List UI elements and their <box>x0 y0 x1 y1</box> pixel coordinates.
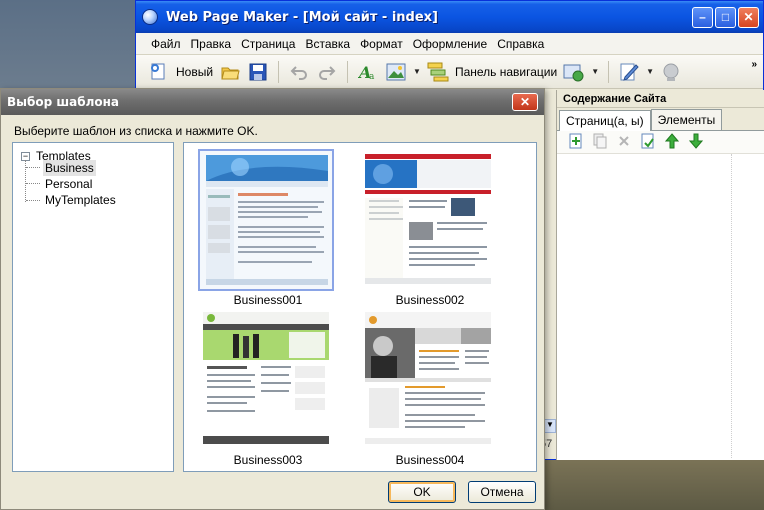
template-grid: Business001 Business002 Business003 Busi… <box>183 142 537 472</box>
toolbar-overflow-icon[interactable]: » <box>751 59 757 70</box>
menu-file[interactable]: Файл <box>146 37 186 51</box>
move-up-icon[interactable] <box>664 132 680 152</box>
template-card[interactable]: Business004 <box>360 309 500 467</box>
window-title: Web Page Maker - [Мой сайт - index] <box>166 9 438 25</box>
template-dialog: Выбор шаблона ✕ Выберите шаблон из списк… <box>0 88 545 510</box>
tab-pages[interactable]: Страниц(а, ы) <box>559 110 651 131</box>
menu-design[interactable]: Оформление <box>408 37 492 51</box>
tree-connector <box>26 167 40 168</box>
new-button-label[interactable]: Новый <box>176 65 213 79</box>
new-page-icon[interactable] <box>148 61 170 83</box>
ok-button[interactable]: OK <box>388 481 456 503</box>
template-name[interactable]: Business003 <box>198 453 338 467</box>
delete-page-icon[interactable] <box>617 134 631 151</box>
navigation-panel-icon[interactable] <box>427 61 449 83</box>
template-category-tree: − Templates Business Personal MyTemplate… <box>12 142 174 472</box>
tree-connector <box>26 183 40 184</box>
open-folder-icon[interactable] <box>219 61 241 83</box>
svg-text:a: a <box>369 72 375 82</box>
copy-page-icon[interactable] <box>593 133 607 152</box>
site-content-header: Содержание Сайта <box>557 90 764 108</box>
template-thumbnail[interactable] <box>198 309 334 451</box>
template-name[interactable]: Business004 <box>360 453 500 467</box>
add-page-icon[interactable] <box>569 133 583 152</box>
close-button[interactable]: ✕ <box>738 6 759 28</box>
move-down-icon[interactable] <box>688 133 704 152</box>
template-thumbnail[interactable] <box>198 149 334 291</box>
html-dropdown-arrow-icon[interactable]: ▼ <box>646 67 654 76</box>
site-panel-list[interactable] <box>731 154 732 458</box>
dialog-close-button[interactable]: ✕ <box>512 93 538 111</box>
toolbar-separator <box>608 60 610 83</box>
menubar: Файл Правка Страница Вставка Формат Офор… <box>136 33 763 55</box>
save-icon[interactable] <box>247 61 269 83</box>
menu-help[interactable]: Справка <box>492 37 549 51</box>
dialog-title: Выбор шаблона <box>7 95 120 109</box>
app-logo-icon <box>142 9 158 25</box>
dialog-titlebar[interactable]: Выбор шаблона ✕ <box>1 89 544 115</box>
cancel-button[interactable]: Отмена <box>468 481 536 503</box>
template-card[interactable]: Business001 <box>198 149 338 307</box>
menu-format[interactable]: Формат <box>355 37 408 51</box>
undo-icon[interactable] <box>288 61 310 83</box>
redo-icon[interactable] <box>316 61 338 83</box>
template-thumbnail[interactable] <box>360 149 496 291</box>
template-card[interactable]: Business002 <box>360 149 500 307</box>
template-thumbnail[interactable] <box>360 309 496 451</box>
page-properties-icon[interactable] <box>641 133 655 152</box>
minimize-button[interactable]: – <box>692 6 713 28</box>
main-titlebar[interactable]: Web Page Maker - [Мой сайт - index] – □ … <box>136 1 763 33</box>
site-content-panel: Содержание Сайта Страниц(а, ы) Элементы <box>556 90 764 460</box>
tree-item-personal[interactable]: Personal <box>43 176 94 192</box>
tab-elements[interactable]: Элементы <box>650 109 723 130</box>
image-dropdown-arrow-icon[interactable]: ▼ <box>413 67 421 76</box>
tree-item-business[interactable]: Business <box>43 160 96 176</box>
dialog-instruction: Выберите шаблон из списка и нажмите OK. <box>14 124 258 138</box>
menu-edit[interactable]: Правка <box>186 37 237 51</box>
tree-connector <box>26 200 40 201</box>
preview-globe-icon[interactable] <box>660 61 682 83</box>
tree-item-mytemplates[interactable]: MyTemplates <box>43 192 118 208</box>
site-panel-tabs: Страниц(а, ы) Элементы <box>557 108 764 131</box>
insert-shape-icon[interactable] <box>563 61 585 83</box>
shape-dropdown-arrow-icon[interactable]: ▼ <box>591 67 599 76</box>
template-card[interactable]: Business003 <box>198 309 338 467</box>
main-toolbar: Новый Aa ▼ Панель навигации ▼ ▼ <box>136 55 763 89</box>
menu-page[interactable]: Страница <box>236 37 300 51</box>
site-panel-toolbar <box>557 130 764 154</box>
toolbar-separator <box>347 60 349 83</box>
edit-html-icon[interactable] <box>618 61 640 83</box>
template-name[interactable]: Business002 <box>360 293 500 307</box>
template-name[interactable]: Business001 <box>198 293 338 307</box>
toolbar-separator <box>278 60 280 83</box>
maximize-button[interactable]: □ <box>715 6 736 28</box>
menu-insert[interactable]: Вставка <box>300 37 355 51</box>
navigation-panel-label[interactable]: Панель навигации <box>455 65 557 79</box>
scroll-down-arrow-icon[interactable]: ▼ <box>544 419 556 433</box>
insert-image-icon[interactable] <box>385 61 407 83</box>
text-style-icon[interactable]: Aa <box>357 61 379 83</box>
